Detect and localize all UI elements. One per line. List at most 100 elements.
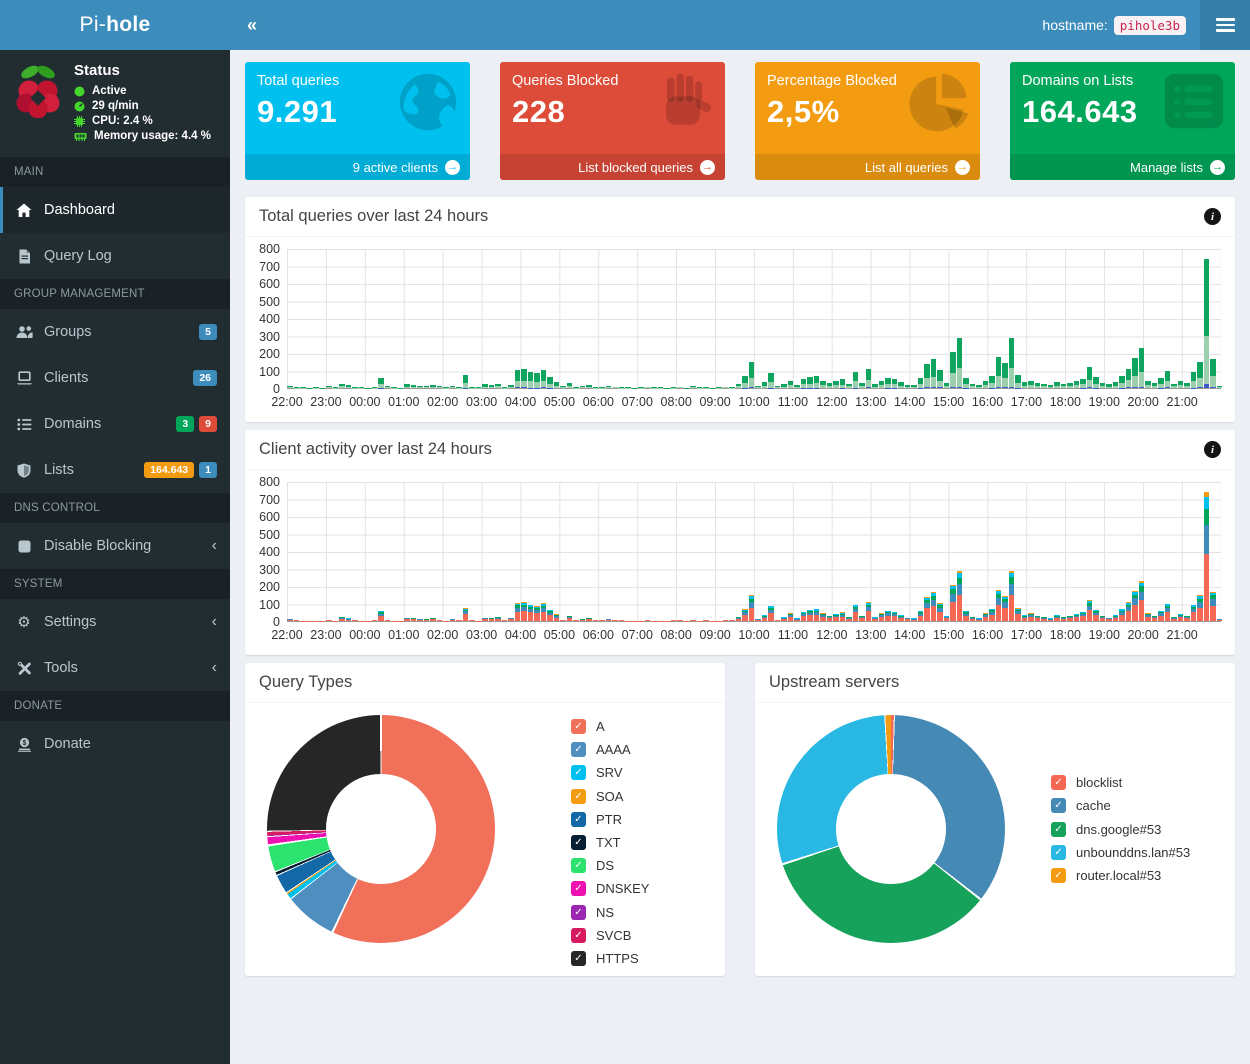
hamburger-menu-icon[interactable] [1200, 0, 1250, 50]
legend-label: blocklist [1076, 775, 1122, 790]
legend-item[interactable]: ✓dns.google#53 [1051, 817, 1190, 840]
card-footer-link[interactable]: List all queries → [755, 154, 980, 180]
bar [599, 387, 605, 388]
query-types-donut-chart[interactable] [267, 715, 495, 943]
legend-checkbox-icon[interactable]: ✓ [571, 812, 586, 827]
legend-item[interactable]: ✓SOA [571, 785, 649, 808]
x-tick-label: 02:00 [427, 628, 458, 642]
bar [1126, 369, 1132, 388]
sidebar-item-clients[interactable]: Clients 26 [0, 355, 230, 401]
bar [755, 619, 761, 621]
info-icon[interactable]: i [1204, 208, 1221, 225]
legend-checkbox-icon[interactable]: ✓ [571, 765, 586, 780]
sidebar-item-tools[interactable]: Tools ‹ [0, 645, 230, 691]
x-tick-label: 17:00 [1011, 395, 1042, 409]
card-footer-link[interactable]: 9 active clients → [245, 154, 470, 180]
legend-item[interactable]: ✓cache [1051, 794, 1190, 817]
card-footer-link[interactable]: Manage lists → [1010, 154, 1235, 180]
x-tick-label: 04:00 [505, 395, 536, 409]
legend-item[interactable]: ✓HTTPS [571, 947, 649, 970]
sidebar-collapse-toggle[interactable]: « [230, 0, 274, 50]
legend-checkbox-icon[interactable]: ✓ [571, 951, 586, 966]
bar [1158, 611, 1164, 621]
total-queries-card[interactable]: Total queries 9.291 9 active clients → [245, 62, 470, 180]
legend-item[interactable]: ✓unbounddns.lan#53 [1051, 841, 1190, 864]
sidebar-item-donate[interactable]: $ Donate [0, 721, 230, 767]
bar [586, 618, 592, 621]
legend-checkbox-icon[interactable]: ✓ [1051, 775, 1066, 790]
sidebar-item-domains[interactable]: Domains 3 9 [0, 401, 230, 447]
legend-checkbox-icon[interactable]: ✓ [571, 928, 586, 943]
legend-checkbox-icon[interactable]: ✓ [571, 835, 586, 850]
card-footer-link[interactable]: List blocked queries → [500, 154, 725, 180]
upstream-servers-donut-chart[interactable] [777, 715, 1005, 943]
x-tick-label: 16:00 [972, 628, 1003, 642]
donate-icon: $ [15, 737, 33, 752]
sidebar-item-groups[interactable]: Groups 5 [0, 309, 230, 355]
bar [404, 618, 410, 622]
x-tick-label: 00:00 [349, 628, 380, 642]
bar [775, 620, 781, 621]
info-icon[interactable]: i [1204, 441, 1221, 458]
bar [820, 381, 826, 388]
bar [638, 387, 644, 388]
sidebar-item-dashboard[interactable]: Dashboard [0, 187, 230, 233]
bar [866, 602, 872, 621]
legend-label: DS [596, 858, 614, 873]
legend-checkbox-icon[interactable]: ✓ [571, 789, 586, 804]
legend-item[interactable]: ✓A [571, 715, 649, 738]
legend-checkbox-icon[interactable]: ✓ [571, 858, 586, 873]
bar [729, 620, 735, 621]
tools-icon [15, 661, 33, 676]
bar-plot-area[interactable] [287, 482, 1221, 622]
bar-plot-area[interactable] [287, 249, 1221, 389]
legend-checkbox-icon[interactable]: ✓ [571, 905, 586, 920]
brand-logo[interactable]: Pi-hole [0, 0, 230, 50]
legend-item[interactable]: ✓ DS [571, 854, 649, 877]
legend-item[interactable]: ✓AAAA [571, 738, 649, 761]
legend-item[interactable]: ✓SVCB [571, 924, 649, 947]
bar [417, 386, 423, 388]
legend-item[interactable]: ✓DNSKEY [571, 877, 649, 900]
legend-item[interactable]: ✓TXT [571, 831, 649, 854]
bar [840, 612, 846, 621]
legend-item[interactable]: ✓NS [571, 901, 649, 924]
legend-checkbox-icon[interactable]: ✓ [571, 881, 586, 896]
y-tick-label: 700 [259, 260, 280, 274]
legend-checkbox-icon[interactable]: ✓ [1051, 845, 1066, 860]
panel-header: Upstream servers [755, 663, 1235, 703]
x-axis-labels: 22:0023:0000:0001:0002:0003:0004:0005:00… [287, 625, 1221, 649]
legend-item[interactable]: ✓SRV [571, 761, 649, 784]
card-footer-label: List all queries [865, 160, 948, 175]
legend-item[interactable]: ✓PTR [571, 808, 649, 831]
x-tick-label: 21:00 [1166, 628, 1197, 642]
legend-checkbox-icon[interactable]: ✓ [1051, 868, 1066, 883]
percentage-blocked-card[interactable]: Percentage Blocked 2,5% List all queries… [755, 62, 980, 180]
x-tick-label: 19:00 [1089, 395, 1120, 409]
bar [339, 384, 345, 388]
queries-blocked-card[interactable]: Queries Blocked 228 List blocked queries… [500, 62, 725, 180]
legend-item[interactable]: ✓router.local#53 [1051, 864, 1190, 887]
legend-checkbox-icon[interactable]: ✓ [1051, 798, 1066, 813]
legend-item[interactable]: ✓ blocklist [1051, 771, 1190, 794]
bar [443, 387, 449, 388]
bar [762, 382, 768, 388]
client-activity-chart[interactable]: 8007006005004003002001000 22:0023:0000:0… [245, 470, 1235, 655]
bar [567, 616, 573, 621]
bar [469, 387, 475, 388]
panel-header: Total queries over last 24 hours i [245, 197, 1235, 237]
sidebar-item-disable-blocking[interactable]: Disable Blocking ‹ [0, 523, 230, 569]
total-queries-chart[interactable]: 8007006005004003002001000 22:0023:0000:0… [245, 237, 1235, 422]
card-value: 2,5% [767, 94, 968, 130]
sidebar-item-settings[interactable]: ⚙ Settings ‹ [0, 599, 230, 645]
bar [326, 386, 332, 388]
x-tick-label: 03:00 [466, 628, 497, 642]
legend-checkbox-icon[interactable]: ✓ [1051, 822, 1066, 837]
sidebar-item-query-log[interactable]: Query Log [0, 233, 230, 279]
legend-checkbox-icon[interactable]: ✓ [571, 719, 586, 734]
legend-checkbox-icon[interactable]: ✓ [571, 742, 586, 757]
y-axis-labels: 8007006005004003002001000 [251, 249, 287, 389]
bar [671, 387, 677, 388]
sidebar-item-lists[interactable]: Lists 164.643 1 [0, 447, 230, 493]
domains-on-lists-card[interactable]: Domains on Lists 164.643 Manage lists → [1010, 62, 1235, 180]
